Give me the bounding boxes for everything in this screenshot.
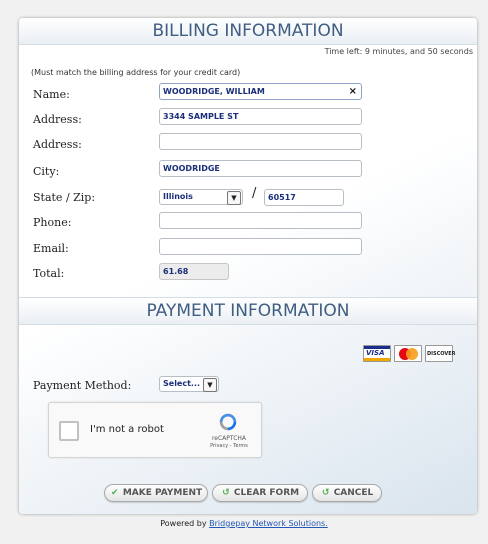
- recaptcha-checkbox[interactable]: [59, 421, 79, 441]
- make-payment-label: MAKE PAYMENT: [122, 488, 203, 498]
- address2-field[interactable]: [159, 133, 362, 150]
- email-label: Email:: [33, 242, 69, 255]
- make-payment-button[interactable]: ✔ MAKE PAYMENT: [104, 484, 208, 502]
- address1-label: Address:: [33, 113, 82, 126]
- discover-text: DISCOVER: [427, 351, 456, 357]
- phone-label: Phone:: [33, 216, 72, 229]
- visa-card-icon: VISA: [363, 345, 391, 362]
- footer: Powered by Bridgepay Network Solutions.: [0, 519, 488, 528]
- discover-card-icon: DISCOVER: [425, 345, 456, 362]
- chevron-down-icon: ▼: [227, 191, 241, 205]
- recaptcha-brand: reCAPTCHA: [211, 435, 247, 442]
- state-select[interactable]: Illinois ▼: [159, 189, 243, 205]
- city-field[interactable]: WOODRIDGE: [159, 160, 362, 177]
- checkmark-icon: ✔: [111, 488, 119, 498]
- billing-card: BILLING INFORMATION Time left: 9 minutes…: [19, 18, 477, 514]
- address2-label: Address:: [33, 138, 82, 151]
- address1-field[interactable]: 3344 SAMPLE ST: [159, 108, 362, 125]
- total-field: 61.68: [159, 263, 229, 280]
- payment-method-value: Select...: [163, 379, 201, 388]
- email-field[interactable]: [159, 238, 362, 255]
- clear-form-button[interactable]: ↺ CLEAR FORM: [212, 484, 308, 502]
- phone-field[interactable]: [159, 212, 362, 229]
- name-label: Name:: [33, 88, 70, 101]
- payment-method-select[interactable]: Select... ▼: [159, 376, 219, 392]
- clear-form-label: CLEAR FORM: [233, 488, 300, 498]
- cancel-button[interactable]: ↺ CANCEL: [312, 484, 382, 502]
- visa-text: VISA: [366, 349, 385, 357]
- clear-name-icon[interactable]: ×: [349, 84, 357, 99]
- footer-prefix: Powered by: [160, 519, 207, 528]
- footer-link[interactable]: Bridgepay Network Solutions.: [209, 519, 328, 528]
- billing-header: BILLING INFORMATION: [19, 18, 477, 45]
- city-label: City:: [33, 165, 60, 178]
- zip-field[interactable]: 60517: [264, 189, 344, 206]
- billing-note: (Must match the billing address for your…: [31, 68, 241, 77]
- mastercard-icon: [394, 345, 422, 362]
- state-zip-separator: /: [252, 186, 257, 201]
- recaptcha-terms[interactable]: Privacy - Terms: [205, 443, 253, 449]
- payment-header: PAYMENT INFORMATION: [19, 297, 477, 325]
- payment-method-label: Payment Method:: [33, 379, 132, 392]
- chevron-down-icon: ▼: [203, 378, 217, 392]
- session-timer: Time left: 9 minutes, and 50 seconds: [324, 47, 473, 56]
- state-value: Illinois: [163, 192, 193, 201]
- cancel-icon: ↺: [321, 488, 330, 498]
- state-zip-label: State / Zip:: [33, 191, 96, 204]
- clear-icon: ↺: [222, 488, 230, 498]
- recaptcha-widget: I'm not a robot reCAPTCHA Privacy - Term…: [48, 402, 262, 458]
- cancel-label: CANCEL: [333, 488, 374, 498]
- total-label: Total:: [33, 267, 65, 280]
- recaptcha-logo-icon: [219, 413, 237, 431]
- recaptcha-label: I'm not a robot: [90, 424, 164, 435]
- name-value: WOODRIDGE, WILLIAM: [163, 87, 265, 96]
- name-field[interactable]: WOODRIDGE, WILLIAM ×: [159, 83, 362, 100]
